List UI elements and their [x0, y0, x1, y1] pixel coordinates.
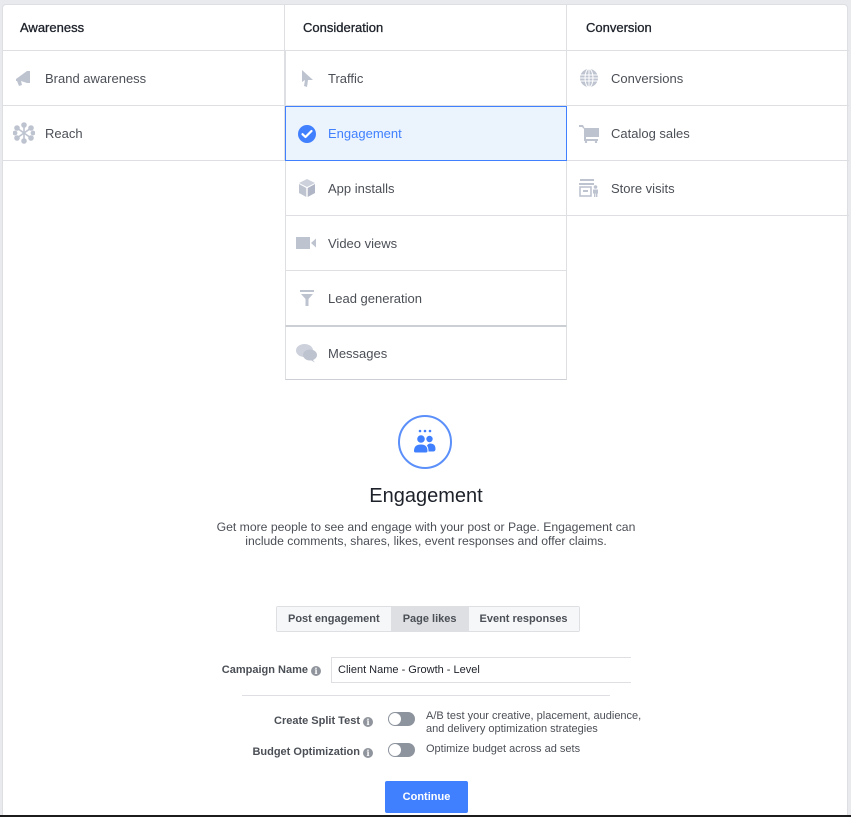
column-conversion: Conversion Conversions Catalog sales Sto…: [567, 5, 849, 216]
objective-label: Lead generation: [328, 290, 422, 306]
objective-traffic[interactable]: Traffic: [285, 51, 567, 106]
budget-optimization-description: Optimize budget across ad sets: [426, 743, 581, 755]
box-icon: [286, 178, 328, 198]
campaign-name-input[interactable]: [331, 657, 631, 683]
funnel-icon: [286, 289, 328, 307]
objective-store-visits[interactable]: Store visits: [567, 161, 849, 216]
objective-brand-awareness[interactable]: Brand awareness: [3, 51, 285, 106]
info-icon[interactable]: i: [363, 717, 373, 727]
objective-label: Video views: [328, 235, 398, 251]
store-icon: [567, 178, 611, 198]
cart-icon: [567, 123, 611, 143]
info-icon[interactable]: i: [363, 748, 373, 758]
objective-label: Brand awareness: [45, 70, 147, 86]
option-page-likes[interactable]: Page likes: [390, 607, 468, 631]
objective-conversions[interactable]: Conversions: [567, 51, 849, 106]
column-header-consideration: Consideration: [285, 5, 567, 51]
people-engagement-icon: [398, 415, 452, 469]
objective-engagement[interactable]: Engagement: [285, 106, 567, 161]
column-header-awareness: Awareness: [3, 5, 285, 51]
objective-label: Engagement: [328, 126, 402, 141]
engagement-type-selector: Post engagement Page likes Event respons…: [276, 606, 580, 632]
toggle-knob: [389, 713, 401, 725]
option-post-engagement[interactable]: Post engagement: [277, 607, 391, 631]
objective-video-views[interactable]: Video views: [285, 216, 567, 271]
check-circle-icon: [286, 124, 328, 144]
objective-label: App installs: [328, 180, 395, 196]
objective-label: Traffic: [328, 70, 364, 86]
column-awareness: Awareness Brand awareness Reach: [3, 5, 285, 161]
globe-icon: [567, 68, 611, 88]
objective-label: Store visits: [611, 180, 675, 196]
option-event-responses[interactable]: Event responses: [467, 607, 579, 631]
megaphone-icon: [3, 68, 45, 88]
objective-label: Reach: [45, 125, 83, 141]
objective-reach[interactable]: Reach: [3, 106, 285, 161]
objective-app-installs[interactable]: App installs: [285, 161, 567, 216]
video-camera-icon: [286, 236, 328, 250]
objective-panel: Awareness Brand awareness Reach Consider…: [2, 4, 849, 817]
info-icon[interactable]: i: [311, 666, 321, 676]
cursor-icon: [286, 68, 328, 88]
campaign-name-label: Campaign Name i: [222, 664, 321, 676]
split-test-label: Create Split Test i: [274, 715, 373, 727]
reach-icon: [3, 122, 45, 144]
divider: [242, 695, 610, 696]
split-test-description: A/B test your creative, placement, audie…: [426, 710, 642, 735]
column-consideration: Consideration Traffic Engagement App ins…: [285, 5, 567, 380]
toggle-knob: [389, 744, 401, 756]
detail-description: Get more people to see and engage with y…: [216, 520, 636, 548]
objective-label: Catalog sales: [611, 125, 690, 141]
detail-title: Engagement: [369, 485, 483, 507]
budget-optimization-label: Budget Optimization i: [252, 746, 373, 758]
budget-optimization-toggle[interactable]: [388, 743, 415, 757]
split-test-toggle[interactable]: [388, 712, 415, 726]
column-header-conversion: Conversion: [567, 5, 849, 51]
objective-label: Messages: [328, 345, 388, 361]
chat-bubbles-icon: [286, 343, 328, 363]
continue-button[interactable]: Continue: [385, 781, 468, 813]
objective-catalog-sales[interactable]: Catalog sales: [567, 106, 849, 161]
objective-lead-generation[interactable]: Lead generation: [285, 271, 567, 326]
objective-messages[interactable]: Messages: [285, 326, 567, 380]
objective-label: Conversions: [611, 70, 684, 86]
